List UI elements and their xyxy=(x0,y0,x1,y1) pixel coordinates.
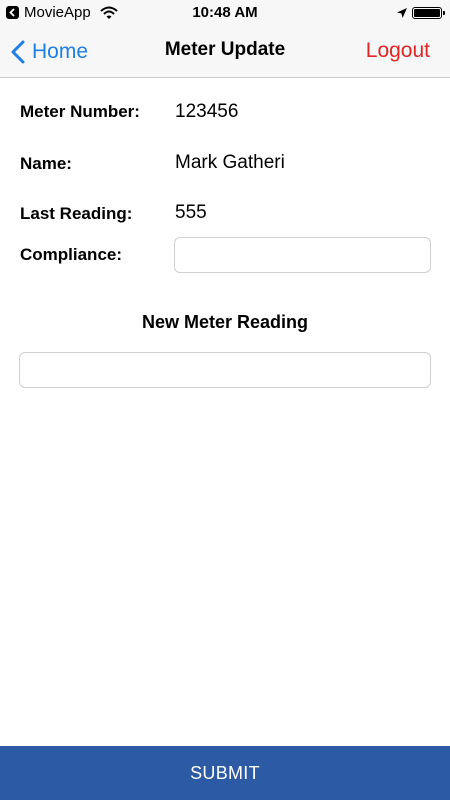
status-bar: MovieApp 10:48 AM xyxy=(0,0,450,26)
battery-icon xyxy=(412,7,445,19)
new-meter-reading-input[interactable] xyxy=(19,352,431,388)
name-label: Name: xyxy=(20,154,72,173)
status-time: 10:48 AM xyxy=(192,4,258,21)
last-reading-value: 555 xyxy=(175,202,207,223)
compliance-label: Compliance: xyxy=(20,245,123,264)
meter-update-screen: MovieApp 10:48 AM Home Meter Update Logo… xyxy=(0,0,450,800)
submit-button[interactable]: SUBMIT xyxy=(0,746,450,800)
logout-button[interactable]: Logout xyxy=(366,39,430,63)
location-arrow-icon xyxy=(396,6,408,23)
compliance-input[interactable] xyxy=(174,237,431,273)
navigation-bar: Home Meter Update Logout xyxy=(0,26,450,78)
meter-number-label: Meter Number: xyxy=(20,102,140,121)
last-reading-label: Last Reading: xyxy=(20,204,133,223)
new-meter-reading-title: New Meter Reading xyxy=(141,312,309,332)
name-value: Mark Gatheri xyxy=(175,152,285,173)
meter-number-value: 123456 xyxy=(175,101,239,122)
